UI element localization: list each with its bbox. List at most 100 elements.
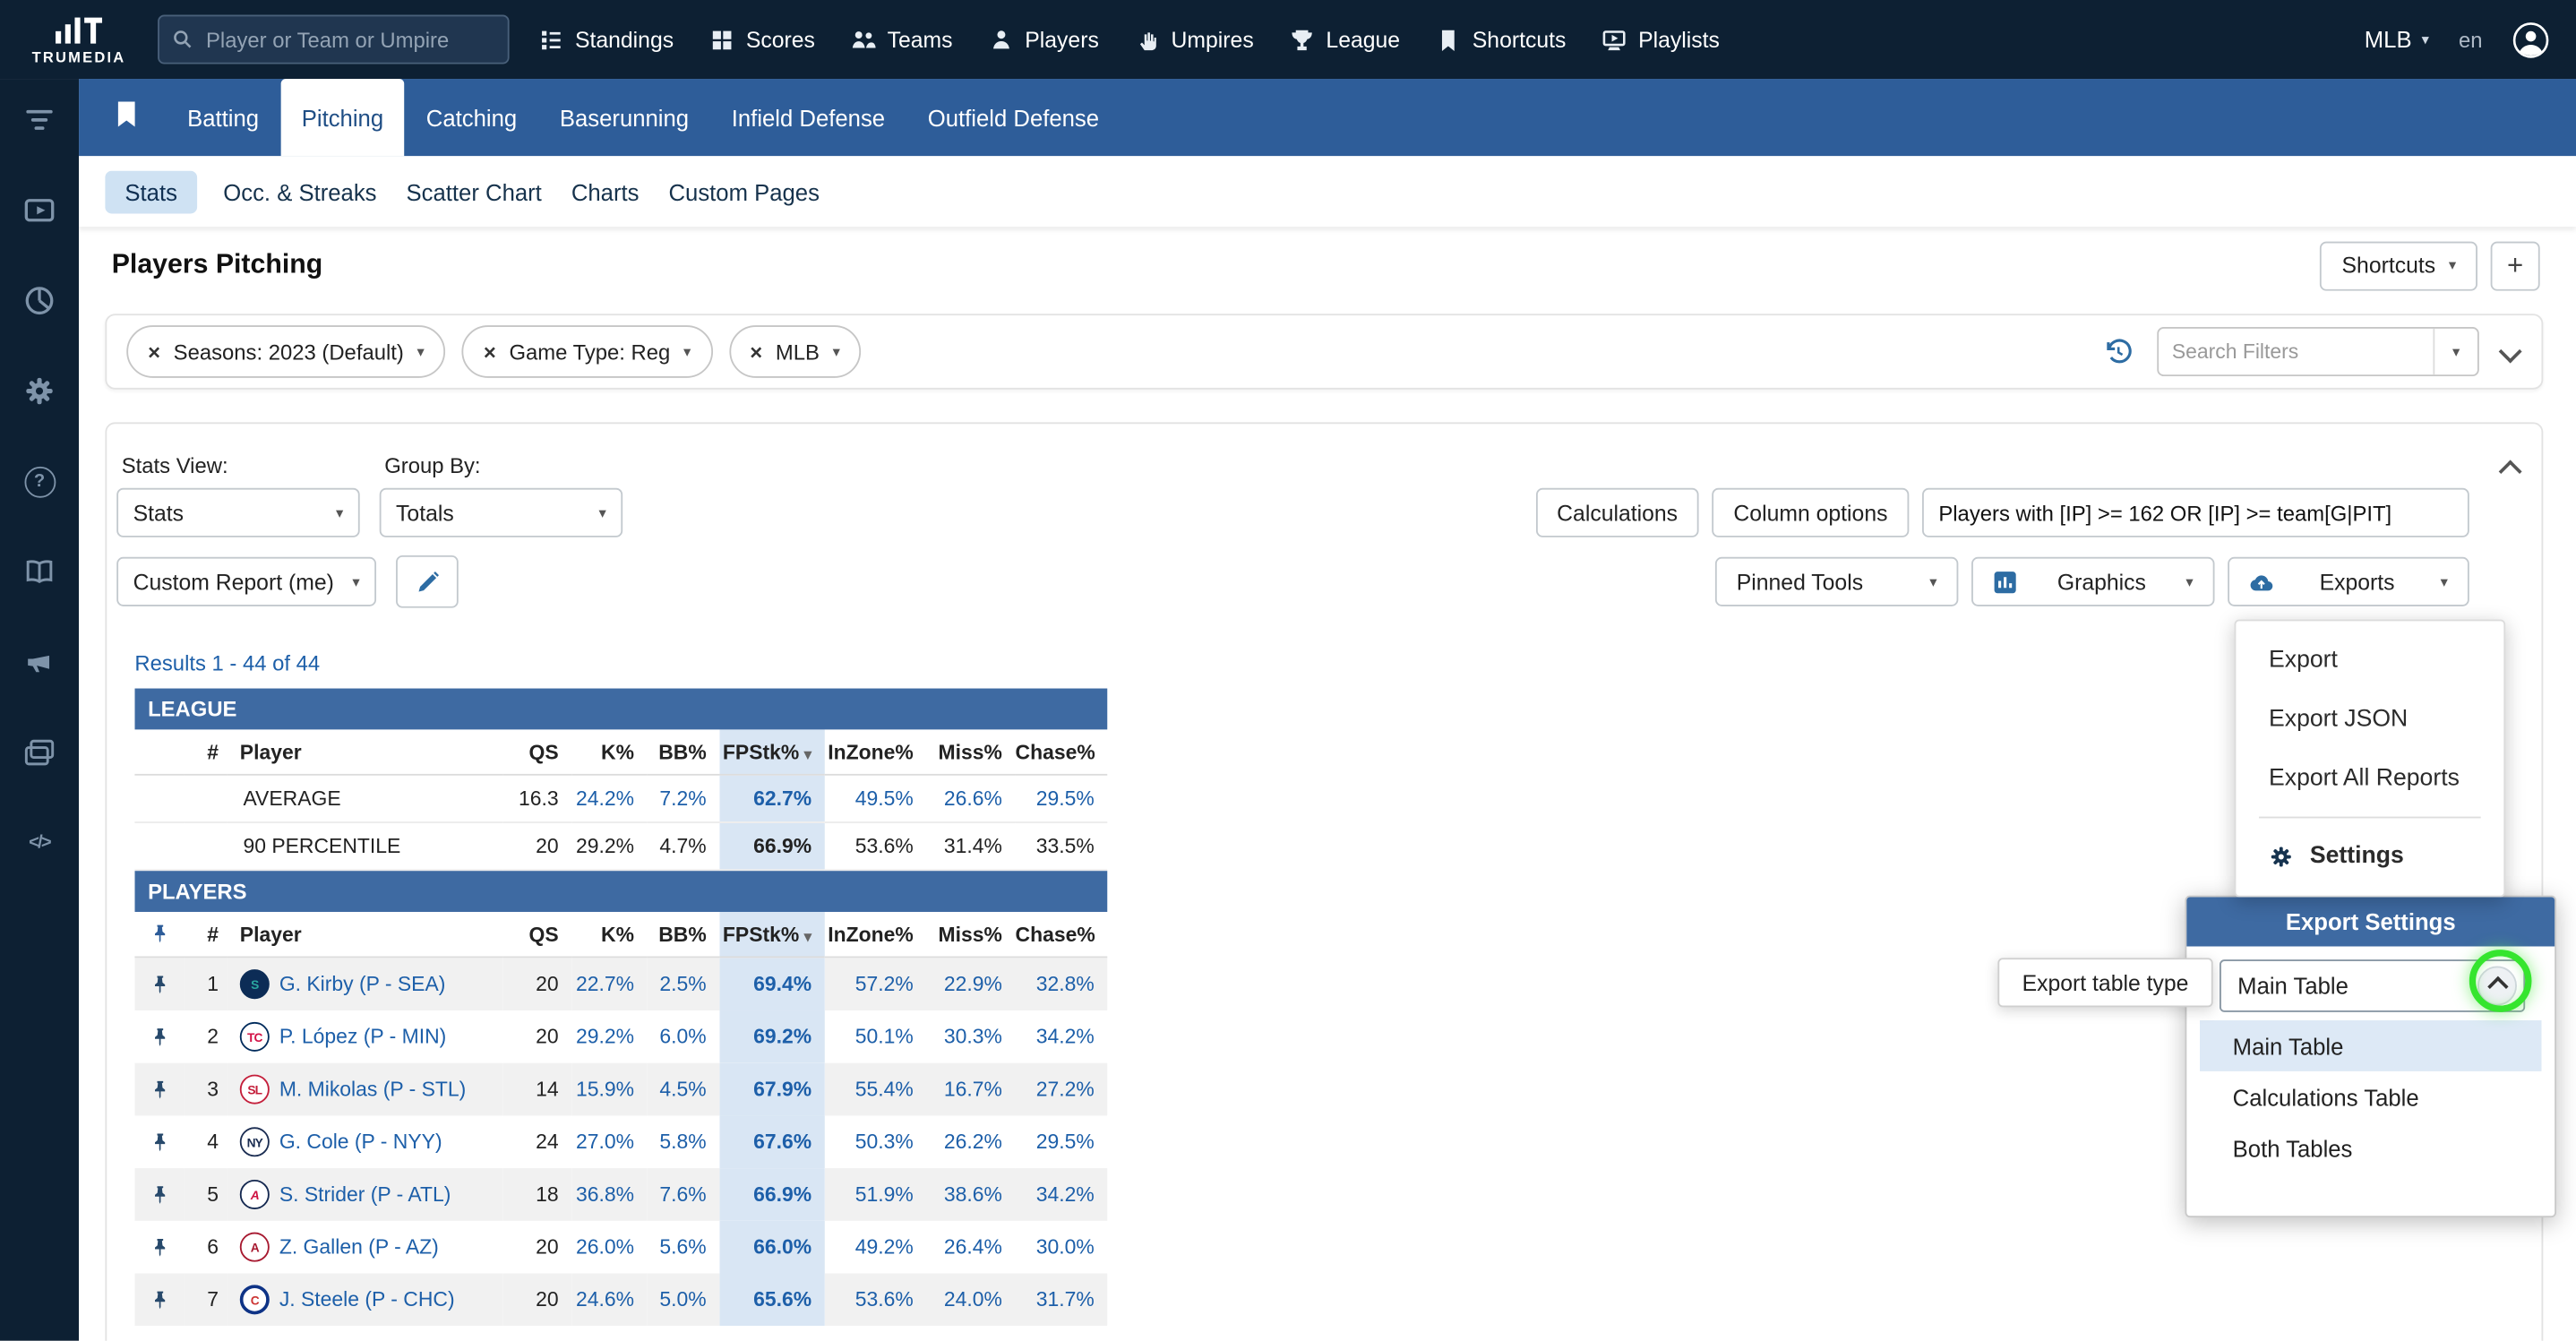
stat-miss[interactable]: 26.6% [926,775,1015,822]
tab-occ-streaks[interactable]: Occ. & Streaks [220,170,381,213]
option-both-tables[interactable]: Both Tables [2200,1122,2542,1173]
stat-k[interactable]: 27.0% [571,1115,647,1168]
col-miss[interactable]: Miss% [926,729,1015,774]
player-link[interactable]: S. Strider (P - ATL) [279,1183,451,1207]
book-icon[interactable] [23,555,56,589]
tab-outfield-defense[interactable]: Outfield Defense [906,79,1121,156]
bookmark-icon[interactable] [115,99,138,135]
table-row[interactable]: 3 SLM. Mikolas (P - STL) 14 15.9% 4.5% 6… [134,1063,1107,1116]
stat-chase[interactable]: 27.2% [1016,1063,1108,1116]
collapse-dropdown-button[interactable] [2477,967,2517,1006]
col-chase[interactable]: Chase% [1016,912,1108,957]
stat-chase[interactable]: 29.5% [1016,1115,1108,1168]
images-icon[interactable] [23,736,56,769]
filter-chip-seasons[interactable]: × Seasons: 2023 (Default) ▾ [126,325,445,378]
code-icon[interactable]: </> [23,827,56,860]
profile-avatar[interactable] [2512,21,2549,58]
stat-fpstk[interactable]: 62.7% [719,775,824,822]
stat-chase[interactable]: 30.0% [1016,1221,1108,1274]
col-qs[interactable]: QS [502,729,571,774]
table-row[interactable]: 5 AS. Strider (P - ATL) 18 36.8% 7.6% 66… [134,1168,1107,1221]
stat-k[interactable]: 29.2% [571,1010,647,1063]
pin-icon[interactable] [134,1131,184,1153]
col-player[interactable]: Player [227,729,502,774]
stat-inzone[interactable]: 55.4% [825,1063,927,1116]
remove-filter-icon[interactable]: × [750,340,762,365]
stat-miss[interactable]: 24.0% [926,1274,1015,1327]
menu-item-export-json[interactable]: Export JSON [2236,690,2503,749]
stat-k[interactable]: 24.6% [571,1274,647,1327]
stat-inzone[interactable]: 50.1% [825,1010,927,1063]
table-row[interactable]: 1 SG. Kirby (P - SEA) 20 22.7% 2.5% 69.4… [134,957,1107,1010]
video-icon[interactable] [23,193,56,227]
col-miss[interactable]: Miss% [926,912,1015,957]
stat-bb[interactable]: 7.6% [648,1168,720,1221]
stat-inzone[interactable]: 57.2% [825,957,927,1010]
export-table-type-select[interactable]: Main Table [2220,959,2525,1012]
language-label[interactable]: en [2459,27,2483,52]
help-icon[interactable]: ? [23,465,56,498]
stat-chase[interactable]: 34.2% [1016,1010,1108,1063]
pin-column-icon[interactable] [134,924,184,945]
tab-charts[interactable]: Charts [568,170,642,213]
remove-filter-icon[interactable]: × [484,340,496,365]
add-shortcut-button[interactable]: + [2491,241,2540,290]
restore-history-icon[interactable] [2103,336,2134,367]
col-bb[interactable]: BB% [648,912,720,957]
stat-miss[interactable]: 38.6% [926,1168,1015,1221]
nav-item-standings[interactable]: Standings [539,27,674,52]
stat-bb[interactable]: 5.6% [648,1221,720,1274]
stat-inzone[interactable]: 50.3% [825,1115,927,1168]
stat-fpstk[interactable]: 67.6% [719,1115,824,1168]
col-inzone[interactable]: InZone% [825,912,927,957]
filter-chip-league[interactable]: × MLB ▾ [728,325,861,378]
nav-item-players[interactable]: Players [989,27,1099,52]
pin-icon[interactable] [134,1289,184,1311]
player-link[interactable]: Z. Gallen (P - AZ) [279,1235,439,1259]
stat-k[interactable]: 15.9% [571,1063,647,1116]
calculations-button[interactable]: Calculations [1535,488,1699,537]
stat-inzone[interactable]: 49.2% [825,1221,927,1274]
nav-item-playlists[interactable]: Playlists [1602,27,1720,52]
nav-item-league[interactable]: League [1290,27,1400,52]
nav-item-shortcuts[interactable]: Shortcuts [1436,27,1566,52]
stat-k[interactable]: 22.7% [571,957,647,1010]
gear-icon[interactable] [23,374,56,408]
shortcuts-button[interactable]: Shortcuts ▾ [2321,241,2477,290]
pin-icon[interactable] [134,974,184,995]
col-player[interactable]: Player [227,912,502,957]
exports-button[interactable]: Exports ▾ [2228,557,2469,606]
nav-item-umpires[interactable]: Umpires [1135,27,1254,52]
stat-inzone[interactable]: 51.9% [825,1168,927,1221]
player-link[interactable]: P. López (P - MIN) [279,1026,446,1049]
search-filters-combo[interactable]: ▾ [2157,327,2479,376]
column-options-button[interactable]: Column options [1713,488,1910,537]
stat-fpstk[interactable]: 69.2% [719,1010,824,1063]
pin-icon[interactable] [134,1079,184,1100]
results-summary[interactable]: Results 1 - 44 of 44 [134,650,320,675]
stat-miss[interactable]: 16.7% [926,1063,1015,1116]
stat-bb[interactable]: 5.8% [648,1115,720,1168]
stat-fpstk[interactable]: 69.4% [719,957,824,1010]
stat-bb[interactable]: 4.5% [648,1063,720,1116]
pin-icon[interactable] [134,1026,184,1047]
tab-infield-defense[interactable]: Infield Defense [710,79,906,156]
collapse-panel-chevron-icon[interactable] [2499,460,2522,483]
stat-miss[interactable]: 30.3% [926,1010,1015,1063]
table-row[interactable]: 6 AZ. Gallen (P - AZ) 20 26.0% 5.6% 66.0… [134,1221,1107,1274]
stat-k[interactable]: 24.2% [571,775,647,822]
remove-filter-icon[interactable]: × [148,340,160,365]
col-bb[interactable]: BB% [648,729,720,774]
stat-k[interactable]: 36.8% [571,1168,647,1221]
pin-icon[interactable] [134,1236,184,1258]
player-link[interactable]: J. Steele (P - CHC) [279,1288,455,1311]
table-row[interactable]: 7 CJ. Steele (P - CHC) 20 24.6% 5.0% 65.… [134,1274,1107,1327]
group-by-select[interactable]: Totals ▾ [380,488,623,537]
option-main-table[interactable]: Main Table [2200,1020,2542,1071]
pie-chart-icon[interactable] [23,284,56,317]
stat-chase[interactable]: 34.2% [1016,1168,1108,1221]
stat-chase[interactable]: 31.7% [1016,1274,1108,1327]
menu-item-settings[interactable]: Settings [2236,827,2503,886]
stat-fpstk[interactable]: 66.0% [719,1221,824,1274]
global-search[interactable] [158,15,510,64]
